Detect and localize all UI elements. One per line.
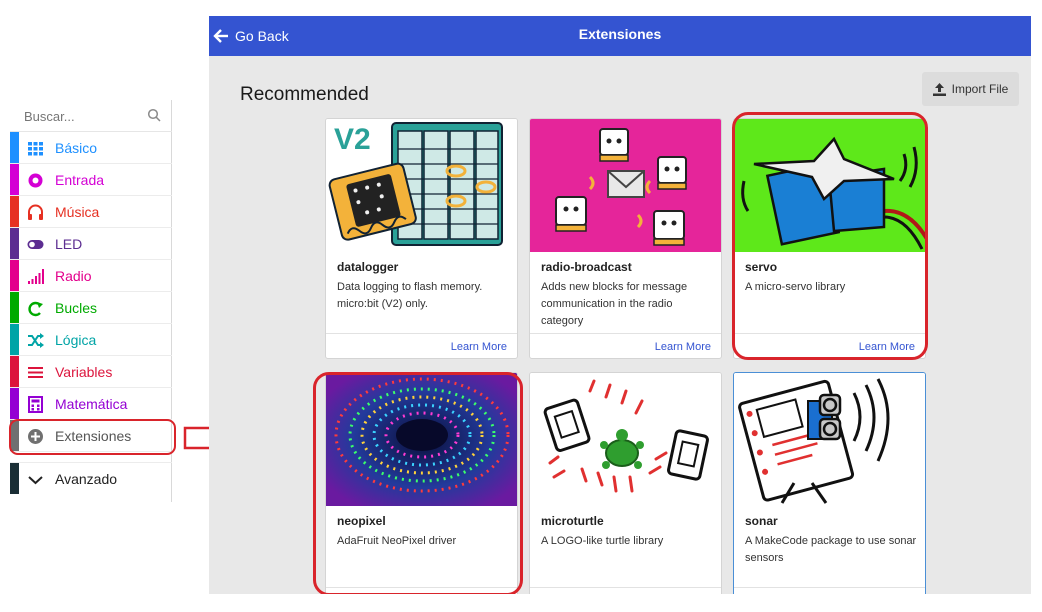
section-title: Recommended [240,84,369,105]
target-icon [28,173,43,188]
card-description: A MakeCode package to use sonar sensors [745,535,917,564]
toggle-icon [27,240,44,249]
card-description: A LOGO-like turtle library [541,535,664,547]
category-led[interactable]: LED [10,228,172,260]
extension-card-radio-broadcast[interactable]: radio-broadcast Adds new blocks for mess… [529,118,722,359]
headphones-icon [28,204,43,220]
upload-icon [932,82,946,96]
extensions-dialog: Go Back Extensiones Recommended Import F… [209,16,1031,594]
dialog-header: Go Back Extensiones [209,16,1031,56]
toolbox-search[interactable]: Buscar... [10,100,172,132]
category-label: Variables [55,364,113,380]
category-label: Lógica [55,332,97,348]
category-musica[interactable]: Música [10,196,172,228]
extension-card-sonar[interactable]: sonar A MakeCode package to use sonar se… [733,372,926,594]
chevron-down-icon [28,476,43,485]
card-description: Data logging to flash memory. micro:bit … [337,281,483,310]
datalogger-image: V2 [326,119,517,252]
learn-more-link[interactable]: Learn More [655,341,711,353]
shuffle-icon [28,333,44,348]
card-name: datalogger [337,260,399,274]
category-label: Matemática [55,396,128,412]
grid-icon [28,142,43,156]
category-basico[interactable]: Básico [10,132,172,164]
search-input[interactable]: Buscar... [24,109,75,124]
category-entrada[interactable]: Entrada [10,164,172,196]
category-label: Música [55,204,100,220]
category-label: Entrada [55,172,105,188]
category-label: Avanzado [55,471,118,487]
import-file-button[interactable]: Import File [922,72,1019,106]
card-footer [530,587,721,594]
category-logica[interactable]: Lógica [10,324,172,356]
category-variables[interactable]: Variables [10,356,172,388]
sonar-image [734,373,925,506]
loop-arrow-icon [28,301,43,317]
category-label: Básico [55,140,98,156]
card-name: sonar [745,514,778,528]
microturtle-image [530,373,721,506]
card-name: microturtle [541,514,604,528]
extension-card-microturtle[interactable]: microturtle A LOGO-like turtle library [529,372,722,594]
extensions-highlight-ring [9,419,176,455]
signal-bars-icon [28,269,44,284]
neopixel-highlight-ring [313,372,523,594]
category-label: Radio [55,268,92,284]
search-icon[interactable] [147,108,161,122]
category-matematica[interactable]: Matemática [10,388,172,420]
card-footer: Learn More [530,333,721,358]
calculator-icon [28,396,43,413]
radio-broadcast-image [530,119,721,252]
category-bucles[interactable]: Bucles [10,292,172,324]
dialog-title: Extensiones [578,26,662,42]
category-label: Bucles [55,300,98,316]
extension-card-datalogger[interactable]: V2 datalogger Data logging to flash memo… [325,118,518,359]
v2-badge: V2 [334,123,371,156]
card-description: Adds new blocks for message communicatio… [541,281,688,327]
lines-icon [28,367,43,378]
import-file-label: Import File [951,82,1009,96]
category-label: LED [55,236,83,252]
category-avanzado[interactable]: Avanzado [10,462,172,494]
card-footer: Learn More [326,333,517,358]
category-radio[interactable]: Radio [10,260,172,292]
card-footer [734,587,925,594]
card-name: radio-broadcast [541,260,632,274]
learn-more-link[interactable]: Learn More [451,341,507,353]
servo-highlight-ring [732,112,928,360]
